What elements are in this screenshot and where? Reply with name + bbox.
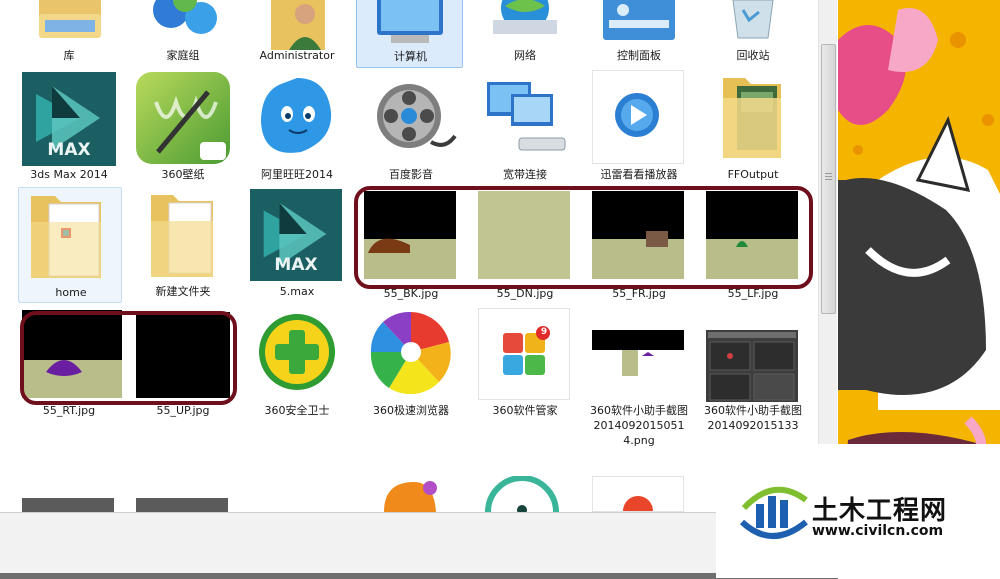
item-label: FFOutput <box>727 168 779 181</box>
item-label: 360软件小助手截图2014092015051 4.png <box>590 404 688 447</box>
item-label: 360安全卫士 <box>264 404 330 417</box>
item-xunlei-player[interactable]: 迅雷看看播放器 <box>584 68 694 182</box>
watermark: 土木工程网 www.civilcn.com <box>716 444 1000 578</box>
item-label: 360壁纸 <box>161 168 205 181</box>
item-360-screenshot-1[interactable]: 360软件小助手截图2014092015051 4.png <box>584 306 694 466</box>
highlight-box-row3 <box>20 311 237 405</box>
item-broadband[interactable]: 宽带连接 <box>470 68 580 182</box>
item-label: 家庭组 <box>166 49 200 62</box>
folder-icon <box>31 196 101 278</box>
item-360-screenshot-2[interactable]: 360软件小助手截图201409201513​3 <box>698 306 808 466</box>
aliwangwang-icon <box>261 78 332 153</box>
civilcn-logo-icon <box>739 486 808 539</box>
item-label: 阿里旺旺2014 <box>261 168 333 181</box>
item-home[interactable]: home <box>18 187 122 303</box>
app-icon-frame <box>592 476 684 512</box>
grip-icon <box>825 173 832 174</box>
item-360-browser[interactable]: 360极速浏览器 <box>356 306 466 417</box>
item-row4-2[interactable] <box>128 494 238 512</box>
item-label: 网络 <box>514 49 536 62</box>
item-label: 宽带连接 <box>503 168 547 181</box>
item-label: home <box>55 286 87 299</box>
item-ffoutput[interactable]: FFOutput <box>698 68 808 182</box>
item-label: 迅雷看看播放器 <box>600 168 678 181</box>
broadband-icon <box>487 82 566 151</box>
item-label: 55_RT.jpg <box>42 404 96 417</box>
badge-text: 9 <box>540 327 548 337</box>
item-aliwangwang[interactable]: 阿里旺旺2014 <box>242 68 352 182</box>
watermark-title: 土木工程网 <box>812 496 948 526</box>
item-baidu-player[interactable]: 百度影音 <box>356 68 466 182</box>
item-library[interactable]: 库 <box>14 0 124 66</box>
item-5max[interactable]: MAX 5.max <box>242 187 352 303</box>
xunlei-icon-frame <box>592 70 684 164</box>
image-thumbnail <box>22 498 114 512</box>
computer-icon <box>377 0 443 43</box>
item-label: 回收站 <box>736 49 770 62</box>
max-text: MAX <box>47 140 91 160</box>
item-label: 360软件小助手截图201409201513​3 <box>704 404 802 432</box>
item-label: 5.max <box>279 285 315 298</box>
image-thumbnail <box>706 330 798 402</box>
item-label: Administrator <box>259 49 335 62</box>
item-recycle-bin[interactable]: 回收站 <box>698 0 808 66</box>
item-label: 3ds Max 2014 <box>30 168 108 181</box>
scrollbar-thumb[interactable] <box>821 44 836 314</box>
item-label: 55_UP.jpg <box>156 404 210 417</box>
folder-icon <box>151 195 213 277</box>
image-thumbnail <box>592 330 684 376</box>
item-row4-3[interactable] <box>356 474 466 512</box>
watermark-url: www.civilcn.com <box>812 523 944 539</box>
item-row4-4[interactable] <box>470 474 580 512</box>
taskbar-edge <box>0 573 838 579</box>
item-new-folder[interactable]: 新建文件夹 <box>128 187 238 303</box>
item-control-panel[interactable]: 控制面板 <box>584 0 694 66</box>
item-administrator[interactable]: Administrator <box>242 0 352 66</box>
item-label: 库 <box>63 49 75 62</box>
item-label: 360软件管家 <box>492 404 558 417</box>
wallpaper-app-icon <box>136 72 230 164</box>
item-360-wallpaper[interactable]: 360壁纸 <box>128 68 238 182</box>
item-computer[interactable]: 计算机 <box>356 0 463 68</box>
item-360-security[interactable]: 360安全卫士 <box>242 306 352 417</box>
details-pane <box>0 512 838 579</box>
item-label: 新建文件夹 <box>155 285 211 298</box>
item-3ds-max-2014[interactable]: MAX 3ds Max 2014 <box>14 68 124 182</box>
software-manager-frame: 9 <box>478 308 570 400</box>
360-security-icon <box>259 314 335 390</box>
item-label: 控制面板 <box>617 49 661 62</box>
folder-icon <box>723 78 781 158</box>
item-360-software-manager[interactable]: 9 360软件管家 <box>470 306 580 417</box>
item-homegroup[interactable]: 家庭组 <box>128 0 238 66</box>
item-label: 计算机 <box>394 50 427 63</box>
item-row4-5[interactable] <box>584 474 694 512</box>
app-icon <box>485 476 559 512</box>
image-thumbnail <box>136 498 228 512</box>
app-icon <box>384 481 437 512</box>
item-network[interactable]: 网络 <box>470 0 580 66</box>
360-browser-icon <box>370 311 451 394</box>
3dsmax-icon: MAX <box>22 72 116 166</box>
max-text: MAX <box>274 255 318 275</box>
item-row4-1[interactable] <box>14 494 124 512</box>
item-label: 360极速浏览器 <box>373 404 449 417</box>
film-reel-icon <box>377 84 457 148</box>
highlight-box-row2 <box>354 186 813 289</box>
vertical-scrollbar[interactable] <box>818 0 837 512</box>
3dsmax-file-icon: MAX <box>250 189 342 281</box>
item-label: 百度影音 <box>389 168 433 181</box>
explorer-window: 库 家庭组 Administrator 计算机 网络 控制面板 回收站 MAX … <box>0 0 838 512</box>
